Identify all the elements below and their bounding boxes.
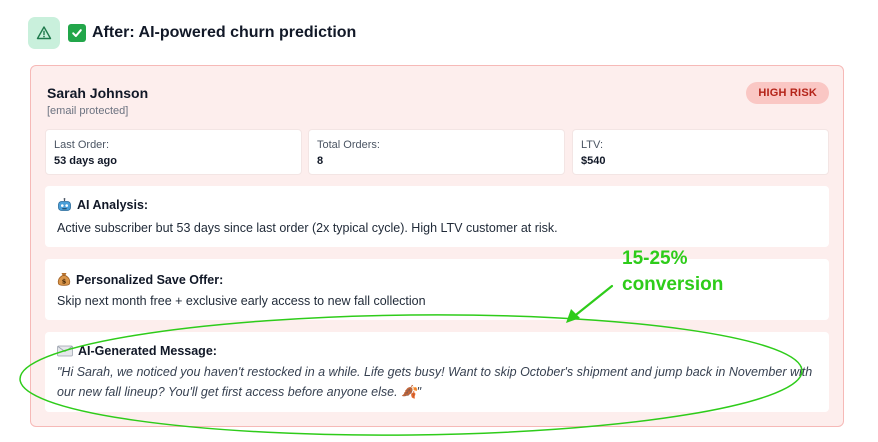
highlight-ellipse	[19, 314, 803, 436]
arrow-icon	[566, 284, 614, 323]
annotation-overlay	[19, 284, 803, 436]
